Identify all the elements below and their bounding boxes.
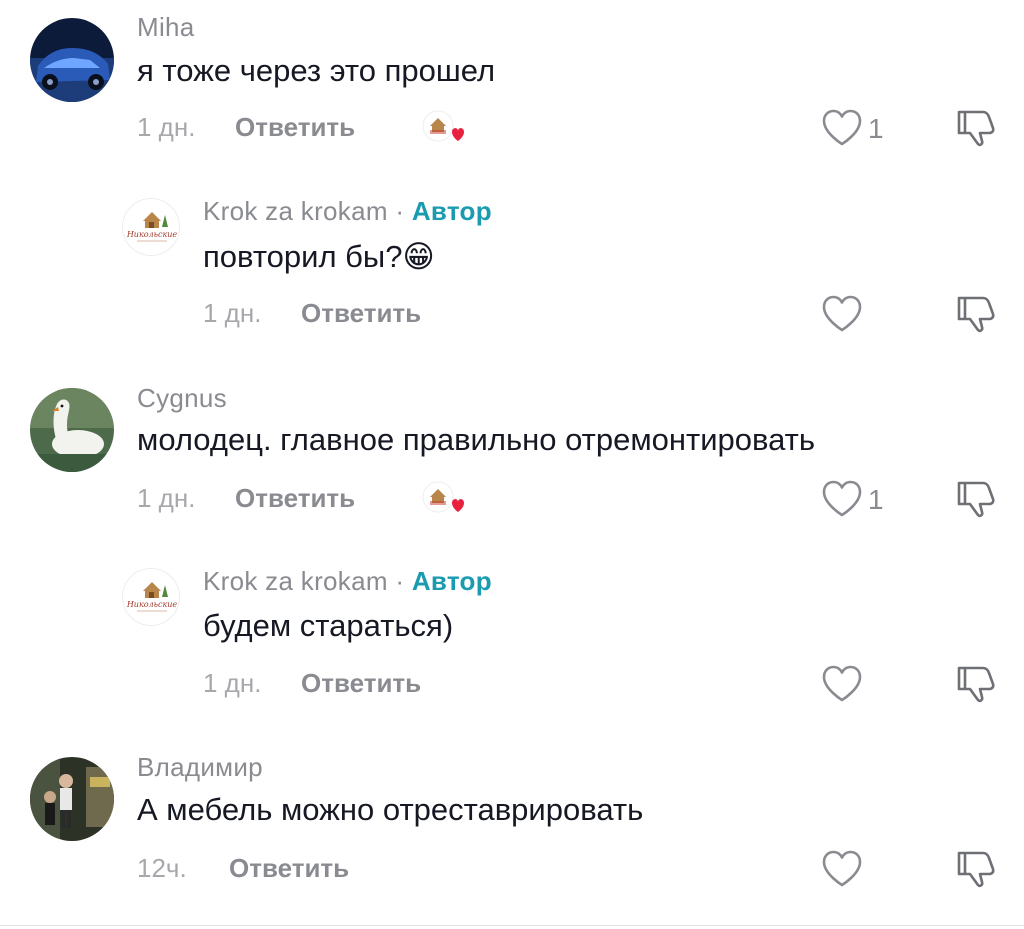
dislike-icon[interactable] (955, 106, 997, 148)
like-heart-icon[interactable] (820, 849, 864, 889)
comment-time: 1 дн. (203, 298, 262, 328)
liked-by-creator-badge (416, 106, 470, 146)
comment-text: А мебель можно отреставрировать (137, 792, 644, 827)
comment-username[interactable]: Miha (137, 12, 195, 43)
reply-button[interactable]: Ответить (301, 668, 421, 699)
separator: · (395, 566, 405, 596)
dislike-icon[interactable] (955, 662, 997, 704)
comment-time: 1 дн. (137, 112, 196, 142)
comment-username[interactable]: Krok za krokam · Автор (203, 566, 492, 597)
reply-button[interactable]: Ответить (301, 298, 421, 329)
comment-username[interactable]: Krok za krokam · Автор (203, 196, 492, 227)
like-count: 1 (868, 484, 884, 515)
avatar[interactable]: Никольские (122, 198, 180, 256)
like-heart-icon[interactable] (820, 479, 864, 519)
avatar[interactable] (30, 18, 114, 102)
author-badge: Автор (411, 566, 492, 596)
comment-text: будем стараться) (203, 608, 454, 643)
reply-button[interactable]: Ответить (235, 483, 355, 514)
avatar-label: Никольские (126, 230, 178, 239)
comment-time: 1 дн. (203, 668, 262, 698)
dislike-icon[interactable] (955, 477, 997, 519)
like-heart-icon[interactable] (820, 664, 864, 704)
dislike-icon[interactable] (955, 292, 997, 334)
comment-time: 1 дн. (137, 483, 196, 513)
username-text[interactable]: Krok za krokam (203, 566, 388, 596)
comment-text: повторил бы?😁 (203, 239, 435, 274)
comment-text: я тоже через это прошел (137, 53, 496, 88)
liked-by-creator-badge (416, 477, 470, 517)
like-count: 1 (868, 113, 884, 144)
avatar-label: Никольские (126, 600, 178, 609)
comment-username[interactable]: Владимир (137, 752, 263, 783)
divider (0, 925, 1024, 926)
dislike-icon[interactable] (955, 847, 997, 889)
comment-text: молодец. главное правильно отремонтирова… (137, 422, 816, 457)
avatar[interactable] (30, 388, 114, 472)
separator: · (395, 196, 405, 226)
reply-button[interactable]: Ответить (235, 112, 355, 143)
reply-button[interactable]: Ответить (229, 853, 349, 884)
username-text[interactable]: Krok za krokam (203, 196, 388, 226)
comment-username[interactable]: Cygnus (137, 383, 227, 414)
like-heart-icon[interactable] (820, 108, 864, 148)
author-badge: Автор (411, 196, 492, 226)
comment-time: 12ч. (137, 853, 187, 883)
like-heart-icon[interactable] (820, 294, 864, 334)
avatar[interactable] (30, 757, 114, 841)
avatar[interactable]: Никольские (122, 568, 180, 626)
